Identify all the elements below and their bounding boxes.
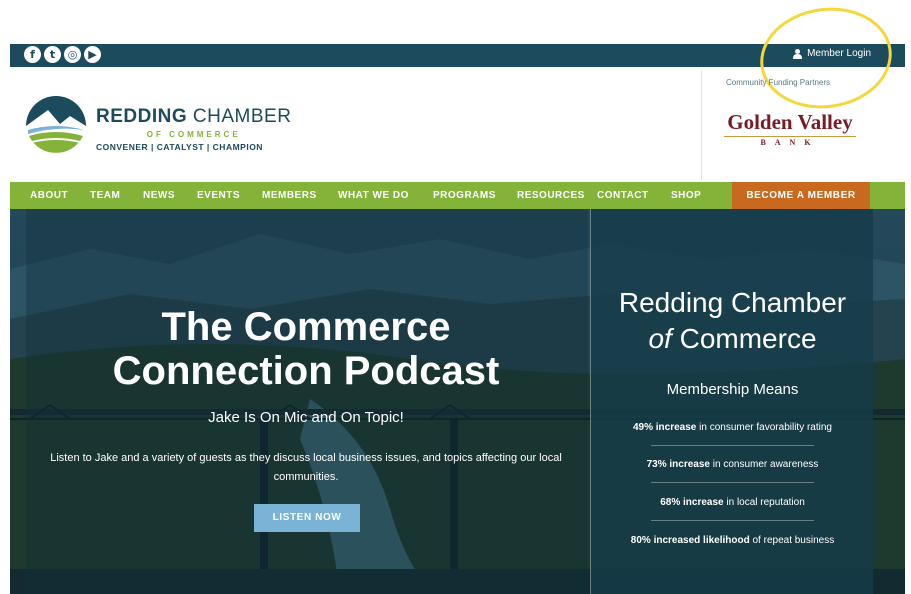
hero-section: The Commerce Connection Podcast Jake Is … (10, 209, 905, 594)
nav-item-team[interactable]: TEAM (90, 182, 120, 209)
social-links: f t ◎ ▶ (24, 46, 101, 63)
logo-subtitle: OF COMMERCE (146, 130, 241, 139)
sponsor-divider (724, 136, 856, 137)
nav-item-resources[interactable]: RESOURCES (517, 182, 585, 209)
stat-item: 49% increase in consumer favorability ra… (632, 422, 832, 433)
stat-divider (651, 482, 814, 483)
twitter-icon[interactable]: t (44, 46, 61, 63)
stat-item: 80% increased likelihood of repeat busin… (630, 535, 835, 546)
sponsor-subtitle: BANK (760, 138, 820, 147)
nav-item-contact[interactable]: CONTACT (597, 182, 649, 209)
user-icon (793, 48, 803, 59)
membership-heading: Membership Means (666, 381, 799, 398)
nav-item-about[interactable]: ABOUT (30, 182, 68, 209)
nav-item-shop[interactable]: SHOP (671, 182, 701, 209)
sponsor-block: Community Funding Partners Golden Valley… (701, 70, 871, 180)
member-login-link[interactable]: Member Login (793, 48, 871, 59)
become-member-button[interactable]: BECOME A MEMBER (732, 182, 870, 209)
panel-title: Redding Chamber of Commerce (618, 287, 847, 354)
nav-item-members[interactable]: MEMBERS (262, 182, 317, 209)
youtube-icon[interactable]: ▶ (84, 46, 101, 63)
main-nav: ABOUT TEAM NEWS EVENTS MEMBERS WHAT WE D… (10, 182, 905, 209)
podcast-subtitle: Jake Is On Mic and On Topic! (208, 409, 404, 426)
chamber-logo[interactable]: REDDING CHAMBER OF COMMERCE CONVENER | C… (24, 92, 291, 156)
logo-tagline: CONVENER | CATALYST | CHAMPION (96, 142, 263, 152)
sponsor-label: Community Funding Partners (726, 78, 831, 87)
stat-item: 68% increase in local reputation (660, 497, 805, 508)
facebook-icon[interactable]: f (24, 46, 41, 63)
nav-item-programs[interactable]: PROGRAMS (433, 182, 496, 209)
stat-divider (651, 445, 814, 446)
nav-item-events[interactable]: EVENTS (197, 182, 240, 209)
sponsor-logo[interactable]: Golden Valley BANK (710, 110, 870, 147)
stat-divider (651, 520, 814, 521)
listen-now-button[interactable]: LISTEN NOW (254, 504, 360, 532)
podcast-title: The Commerce Connection Podcast (112, 305, 500, 393)
podcast-description: Listen to Jake and a variety of guests a… (50, 452, 562, 483)
logo-title: REDDING CHAMBER (96, 106, 292, 127)
stat-item: 73% increase in consumer awareness (646, 459, 819, 470)
nav-item-what-we-do[interactable]: WHAT WE DO (338, 182, 409, 209)
sponsor-name: Golden Valley (727, 110, 853, 134)
member-login-label: Member Login (807, 48, 871, 59)
instagram-icon[interactable]: ◎ (64, 46, 81, 63)
podcast-overlay (26, 209, 588, 594)
utility-bar: f t ◎ ▶ Member Login (10, 44, 905, 67)
nav-item-news[interactable]: NEWS (143, 182, 175, 209)
membership-panel: Redding Chamber of Commerce Membership M… (590, 209, 873, 594)
mountain-logo-icon (26, 96, 86, 153)
